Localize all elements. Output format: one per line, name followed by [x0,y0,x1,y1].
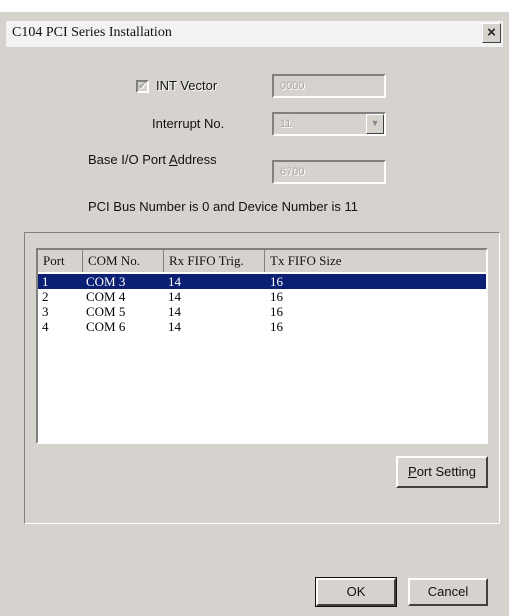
port-setting-label: ort Setting [416,464,476,479]
column-header-com-no[interactable]: COM No. [83,250,164,272]
ok-button[interactable]: OK [315,577,397,607]
base-io-label-post: ddress [177,152,217,167]
interrupt-no-select[interactable]: 11 ▼ [272,112,386,136]
com-cell: COM 6 [86,319,126,334]
port-setting-button[interactable]: Port Setting [396,456,488,488]
bus-info-text: PCI Bus Number is 0 and Device Number is… [88,199,358,214]
com-cell: COM 5 [86,304,126,319]
interrupt-no-label: Interrupt No. [152,116,225,131]
int-vector-field[interactable]: 0000 [272,74,386,98]
com-cell: COM 4 [86,289,126,304]
interrupt-no-value: 11 [280,118,292,130]
com-cell: COM 3 [86,274,126,289]
rx-cell: 14 [168,274,181,289]
table-row[interactable]: 4 COM 6 14 16 [38,319,486,334]
base-io-label-mnemonic: A [168,152,178,167]
rx-cell: 14 [168,319,181,334]
table-row[interactable]: 1 COM 3 14 16 [38,274,486,289]
tx-cell: 16 [270,274,283,289]
port-list-header: Port COM No. Rx FIFO Trig. Tx FIFO Size [38,250,486,272]
close-button[interactable]: × [482,23,501,43]
port-cell: 4 [42,319,49,334]
checkmark-icon: ✔ [138,80,148,92]
base-io-value: 6700 [280,166,305,178]
int-vector-label: INT Vector [156,78,218,93]
base-io-label: Base I/O Port Address [88,152,217,167]
column-header-rx-fifo-trig[interactable]: Rx FIFO Trig. [164,250,265,272]
column-header-tx-fifo-size[interactable]: Tx FIFO Size [265,250,486,272]
tx-cell: 16 [270,319,283,334]
int-vector-value: 0000 [280,80,305,92]
port-list[interactable]: Port COM No. Rx FIFO Trig. Tx FIFO Size … [36,248,488,444]
port-cell: 1 [42,274,49,289]
rx-cell: 14 [168,289,181,304]
table-row[interactable]: 2 COM 4 14 16 [38,289,486,304]
rx-cell: 14 [168,304,181,319]
column-header-port[interactable]: Port [38,250,83,272]
window-title: C104 PCI Series Installation [12,25,172,40]
port-cell: 3 [42,304,49,319]
cancel-button[interactable]: Cancel [408,578,488,606]
close-icon: × [487,24,496,41]
tx-cell: 16 [270,289,283,304]
base-io-label-pre: Base I/O Port [88,152,169,167]
dropdown-arrow-icon[interactable]: ▼ [366,114,384,134]
installation-dialog: C104 PCI Series Installation × ✔ INT Vec… [0,12,509,616]
int-vector-checkbox[interactable]: ✔ [136,80,149,93]
title-bar: C104 PCI Series Installation × [6,21,503,47]
tx-cell: 16 [270,304,283,319]
port-setting-mnemonic: P [408,464,417,479]
base-io-field[interactable]: 6700 [272,160,386,184]
table-row[interactable]: 3 COM 5 14 16 [38,304,486,319]
port-cell: 2 [42,289,49,304]
